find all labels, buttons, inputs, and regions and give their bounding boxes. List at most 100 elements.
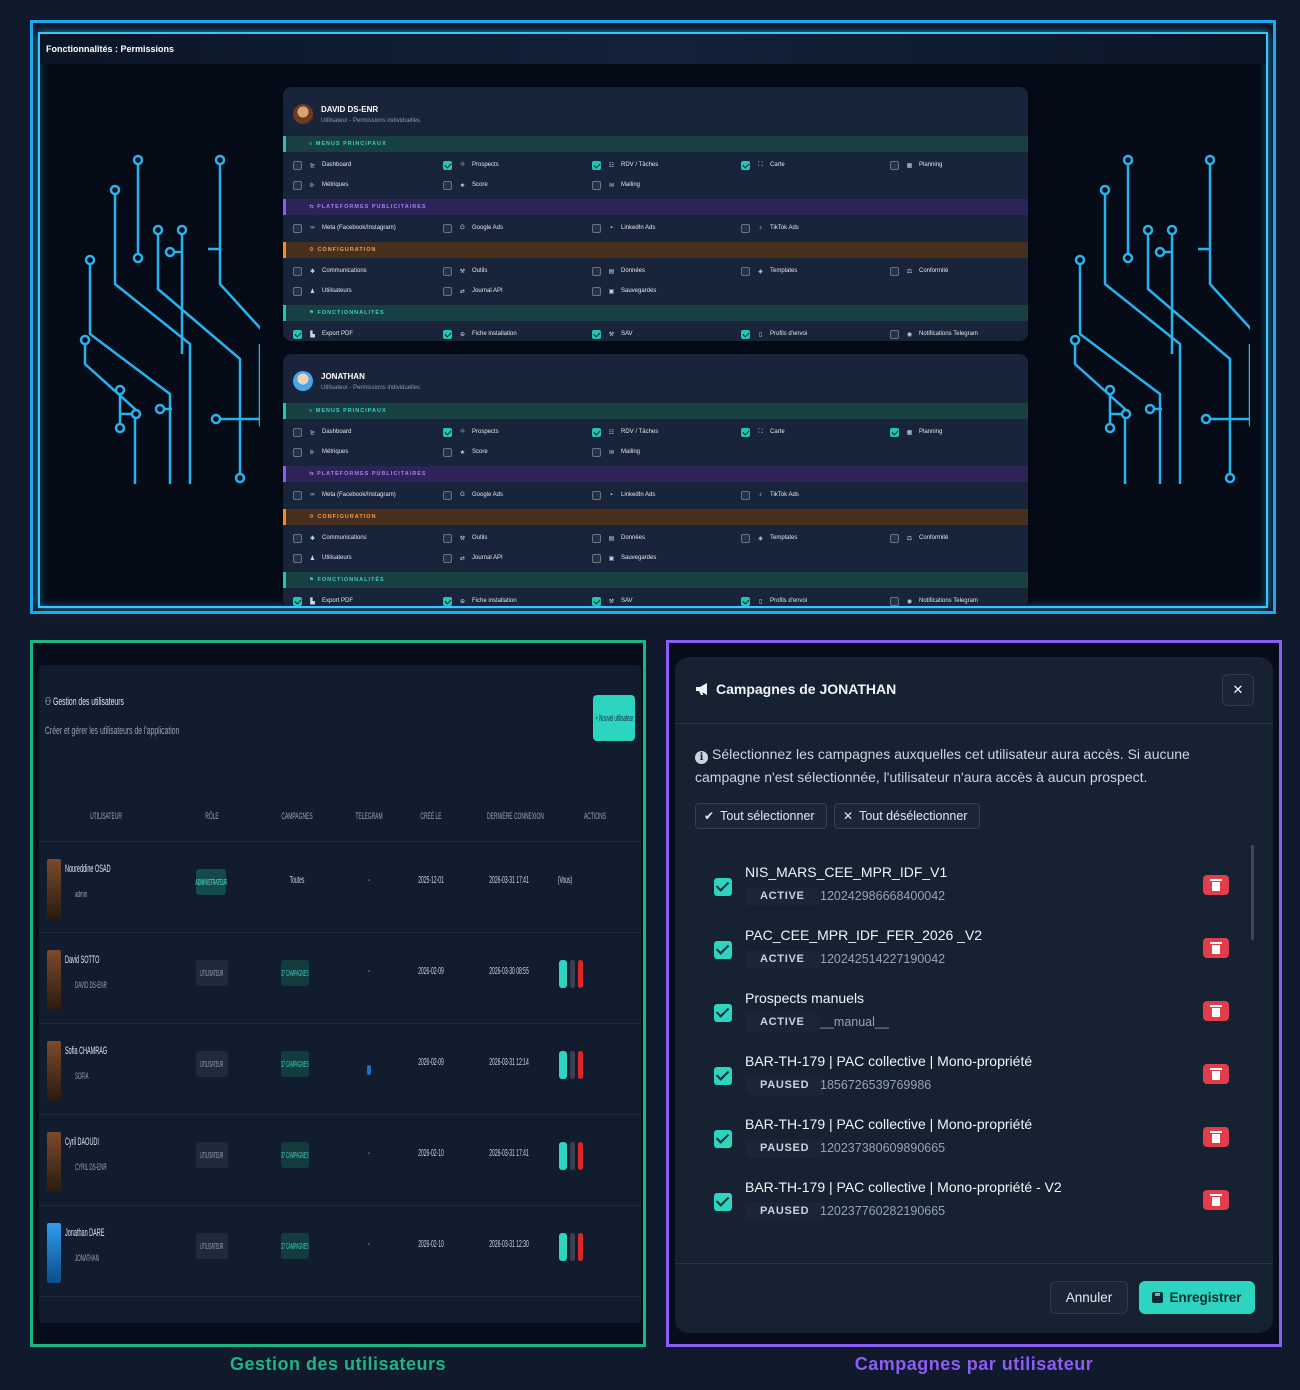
permission-item[interactable]: ✉ Mailing — [592, 178, 640, 192]
delete-campaign-button[interactable] — [1203, 1001, 1229, 1021]
checkbox-unchecked[interactable] — [293, 160, 302, 170]
checkbox-unchecked[interactable] — [592, 223, 601, 233]
permission-item[interactable]: ⚒ SAV — [592, 327, 633, 341]
select-all-button[interactable]: ✔ Tout sélectionner — [695, 803, 827, 829]
permission-item[interactable]: ★ Score — [443, 178, 488, 192]
permission-item[interactable]: ▙ Export PDF — [293, 594, 353, 606]
edit-button[interactable] — [570, 1233, 575, 1261]
delete-button[interactable] — [578, 1233, 583, 1261]
permission-item[interactable]: ♪ TikTok Ads — [741, 488, 799, 502]
new-user-button[interactable]: + Nouvel utilisateur — [593, 695, 635, 741]
delete-campaign-button[interactable] — [1203, 875, 1229, 895]
permission-item[interactable]: ⊕ Fiche installation — [443, 327, 517, 341]
checkbox-unchecked[interactable] — [592, 266, 601, 276]
checkbox-checked[interactable] — [592, 427, 601, 437]
permission-item[interactable]: ✱ Communications — [293, 531, 367, 545]
save-button[interactable]: Enregistrer — [1139, 1281, 1255, 1314]
checkbox-unchecked[interactable] — [293, 533, 302, 543]
campaign-checkbox[interactable] — [714, 941, 732, 959]
permission-item[interactable]: ⇄ Journal API — [443, 284, 503, 298]
checkbox-unchecked[interactable] — [443, 223, 452, 233]
permission-item[interactable]: ⇄ Journal API — [443, 551, 503, 565]
checkbox-unchecked[interactable] — [592, 490, 601, 500]
checkbox-checked[interactable] — [293, 329, 302, 339]
permission-item[interactable]: ◉ Notifications Telegram — [890, 327, 978, 341]
checkbox-unchecked[interactable] — [890, 533, 899, 543]
campaign-row[interactable]: BAR-TH-179 | PAC collective | Mono-propr… — [695, 1045, 1235, 1101]
checkbox-checked[interactable] — [741, 427, 750, 437]
checkbox-checked[interactable] — [890, 427, 899, 437]
checkbox-unchecked[interactable] — [443, 533, 452, 543]
campaign-row[interactable]: NIS_MARS_CEE_MPR_IDF_V1 ACTIVE 12024298666… — [695, 856, 1235, 912]
campaign-row[interactable]: PAC_CEE_MPR_IDF_FER_2026 _V2 ACTIVE 120242… — [695, 919, 1235, 975]
checkbox-unchecked[interactable] — [293, 490, 302, 500]
permission-item[interactable]: ⚒ Outils — [443, 531, 487, 545]
cancel-button[interactable]: Annuler — [1050, 1281, 1128, 1314]
permission-item[interactable]: G Google Ads — [443, 488, 503, 502]
close-button[interactable]: ✕ — [1222, 674, 1254, 706]
permission-item[interactable]: ✱ Communications — [293, 264, 367, 278]
checkbox-checked[interactable] — [443, 329, 452, 339]
edit-button[interactable] — [570, 960, 575, 988]
checkbox-unchecked[interactable] — [443, 447, 452, 457]
campaigns-badge[interactable]: 37 CAMPAGNES — [281, 1051, 309, 1077]
campaign-checkbox[interactable] — [714, 1004, 732, 1022]
column-header-role[interactable]: RÔLE — [190, 811, 234, 821]
permission-item[interactable]: ☷ RDV / Tâches — [592, 158, 658, 172]
checkbox-unchecked[interactable] — [741, 533, 750, 543]
permission-item[interactable]: ▣ Sauvegardes — [592, 284, 656, 298]
campaigns-action-button[interactable] — [559, 960, 567, 988]
checkbox-unchecked[interactable] — [890, 160, 899, 170]
permission-item[interactable]: ⚖ Conformité — [890, 531, 948, 545]
permission-item[interactable]: ⛗ Prospects — [443, 425, 499, 439]
campaign-checkbox[interactable] — [714, 878, 732, 896]
permission-item[interactable]: ▪ LinkedIn Ads — [592, 221, 655, 235]
permission-item[interactable]: G Google Ads — [443, 221, 503, 235]
campaigns-action-button[interactable] — [559, 1142, 567, 1170]
checkbox-unchecked[interactable] — [741, 266, 750, 276]
permission-item[interactable]: ⊵ Dashboard — [293, 158, 351, 172]
campaigns-badge[interactable]: 37 CAMPAGNES — [281, 1142, 309, 1168]
checkbox-checked[interactable] — [293, 596, 302, 606]
permission-item[interactable]: ∞ Meta (Facebook/Instagram) — [293, 221, 396, 235]
delete-campaign-button[interactable] — [1203, 1190, 1229, 1210]
checkbox-unchecked[interactable] — [293, 180, 302, 190]
column-header-telegram[interactable]: TELEGRAM — [347, 811, 391, 821]
campaign-checkbox[interactable] — [714, 1067, 732, 1085]
permission-item[interactable]: ▦ Planning — [890, 425, 942, 439]
column-header-campaigns[interactable]: CAMPAGNES — [275, 811, 319, 821]
campaigns-action-button[interactable] — [559, 1051, 567, 1079]
permission-item[interactable]: ▪ LinkedIn Ads — [592, 488, 655, 502]
permission-item[interactable]: ⛶ Carte — [741, 158, 785, 172]
permission-item[interactable]: ♪ TikTok Ads — [741, 221, 799, 235]
permission-item[interactable]: ▙ Export PDF — [293, 327, 353, 341]
edit-button[interactable] — [570, 1142, 575, 1170]
permission-item[interactable]: ✉ Mailing — [592, 445, 640, 459]
checkbox-checked[interactable] — [443, 427, 452, 437]
checkbox-checked[interactable] — [741, 329, 750, 339]
permission-item[interactable]: ◈ Templates — [741, 531, 797, 545]
permission-item[interactable]: ⊵ Dashboard — [293, 425, 351, 439]
deselect-all-button[interactable]: ✕ Tout désélectionner — [834, 803, 980, 829]
column-header-created[interactable]: CRÉÉ LE — [409, 811, 453, 821]
permission-item[interactable]: ◈ Templates — [741, 264, 797, 278]
permission-item[interactable]: ⛶ Carte — [741, 425, 785, 439]
delete-button[interactable] — [578, 1051, 583, 1079]
permission-item[interactable]: ⊪ Métriques — [293, 178, 348, 192]
checkbox-unchecked[interactable] — [293, 447, 302, 457]
checkbox-unchecked[interactable] — [293, 223, 302, 233]
checkbox-unchecked[interactable] — [592, 553, 601, 563]
permission-item[interactable]: ★ Score — [443, 445, 488, 459]
permission-item[interactable]: ⊪ Métriques — [293, 445, 348, 459]
column-header-last-login[interactable]: DERNIÈRE CONNEXION — [487, 811, 544, 821]
checkbox-unchecked[interactable] — [592, 286, 601, 296]
checkbox-checked[interactable] — [741, 160, 750, 170]
table-row[interactable]: Jonathan DARE JONATHAN UTILISATEUR 37 CAMPA… — [39, 1205, 641, 1295]
campaign-row[interactable]: BAR-TH-179 | PAC collective | Mono-propr… — [695, 1171, 1235, 1227]
permission-item[interactable]: ⊕ Fiche installation — [443, 594, 517, 606]
permission-item[interactable]: ▣ Sauvegardes — [592, 551, 656, 565]
permission-item[interactable]: ⚖ Conformité — [890, 264, 948, 278]
campaign-row[interactable]: BAR-TH-179 | PAC collective | Mono-propr… — [695, 1108, 1235, 1164]
checkbox-unchecked[interactable] — [592, 533, 601, 543]
checkbox-checked[interactable] — [592, 160, 601, 170]
